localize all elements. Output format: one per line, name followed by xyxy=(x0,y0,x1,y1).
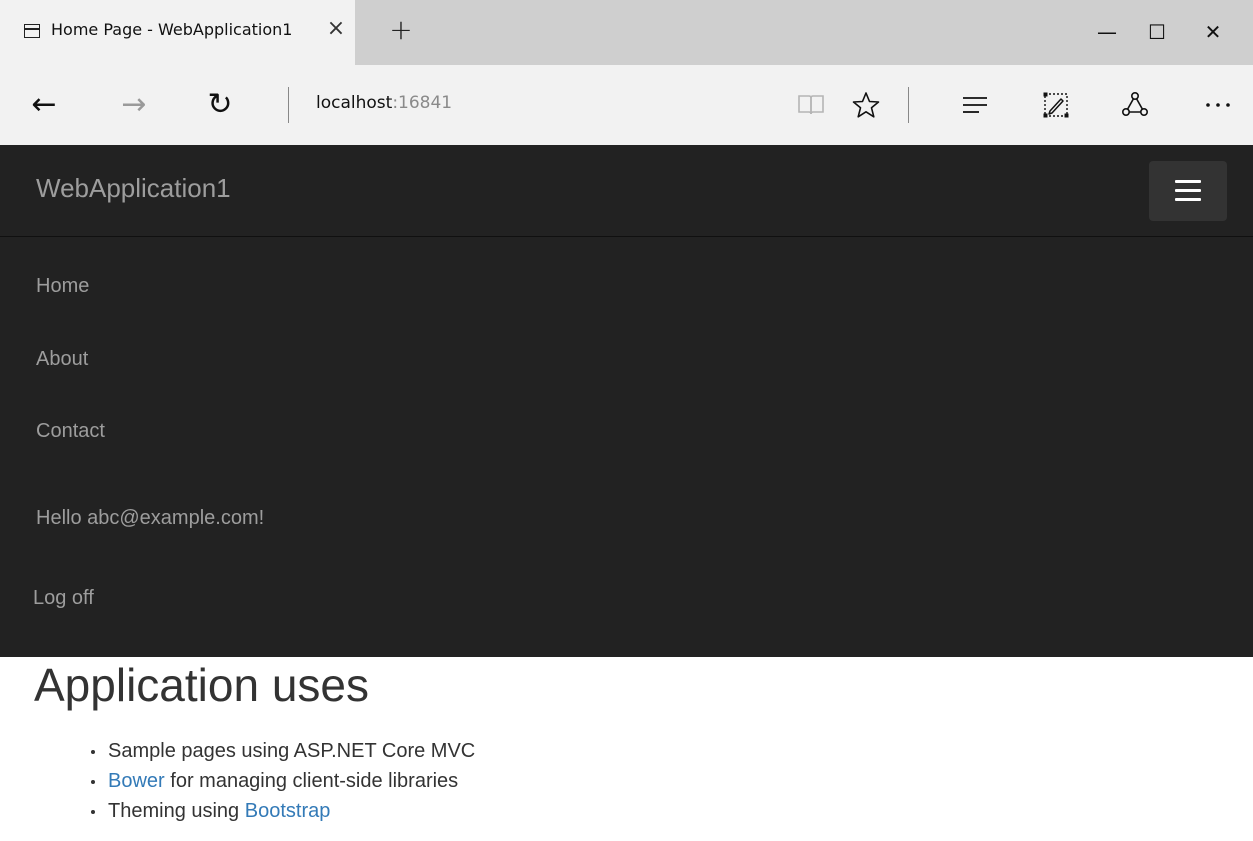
user-greeting-link[interactable]: Hello abc@example.com! xyxy=(36,507,264,530)
browser-window: Home Page - WebApplication1 × + — ☐ ✕ ← … xyxy=(0,0,1253,841)
hub-icon[interactable] xyxy=(953,83,997,127)
page-heading: Application uses xyxy=(34,659,369,711)
address-toolbar: ← → ↻ localhost:16841 xyxy=(0,65,1253,145)
web-note-icon[interactable] xyxy=(1034,83,1078,127)
bower-link[interactable]: Bower xyxy=(108,770,165,792)
url-port: :16841 xyxy=(392,93,453,113)
bootstrap-link[interactable]: Bootstrap xyxy=(245,800,331,822)
tab-strip: Home Page - WebApplication1 × + — ☐ ✕ xyxy=(0,0,1253,65)
navbar-toggle-button[interactable] xyxy=(1149,161,1227,221)
tab-home-page[interactable]: Home Page - WebApplication1 × xyxy=(0,0,355,65)
nav-link-contact[interactable]: Contact xyxy=(36,420,105,443)
hamburger-bar xyxy=(1175,189,1201,192)
item-text: for managing client-side libraries xyxy=(164,770,459,792)
list-item: Sample pages using ASP.NET Core MVC xyxy=(90,736,476,766)
list-item: Theming using Bootstrap xyxy=(90,796,475,826)
refresh-button[interactable]: ↻ xyxy=(198,83,242,127)
url-host: localhost xyxy=(316,93,393,113)
main-content: Application uses Sample pages using ASP.… xyxy=(0,657,1253,841)
address-input[interactable]: localhost:16841 xyxy=(316,93,452,113)
maximize-button[interactable]: ☐ xyxy=(1132,12,1182,52)
address-separator xyxy=(288,87,289,123)
tab-close-icon[interactable]: × xyxy=(324,14,348,44)
reading-view-icon[interactable] xyxy=(789,83,833,127)
hamburger-menu-icon xyxy=(1175,180,1201,183)
item-text: Sample pages using ASP.NET Core MVC xyxy=(108,740,476,762)
logoff-button[interactable]: Log off xyxy=(33,587,94,610)
feature-list: Sample pages using ASP.NET Core MVC Bowe… xyxy=(90,736,476,826)
favorite-star-icon[interactable] xyxy=(844,83,888,127)
tab-title: Home Page - WebApplication1 xyxy=(51,20,293,39)
nav-link-home[interactable]: Home xyxy=(36,275,89,298)
item-text: Theming using xyxy=(108,800,245,822)
hamburger-bar xyxy=(1175,198,1201,201)
more-icon[interactable] xyxy=(1196,83,1240,127)
back-button[interactable]: ← xyxy=(22,83,66,127)
navbar-header: WebApplication1 xyxy=(0,145,1253,237)
close-window-button[interactable]: ✕ xyxy=(1188,12,1238,52)
list-item: Bower for managing client-side libraries xyxy=(90,766,475,796)
share-icon[interactable] xyxy=(1113,83,1157,127)
minimize-button[interactable]: — xyxy=(1082,12,1132,52)
tab-page-icon xyxy=(24,24,40,38)
new-tab-button[interactable]: + xyxy=(386,12,416,48)
site-navbar: WebApplication1 Home About Contact Hello… xyxy=(0,145,1253,657)
nav-link-about[interactable]: About xyxy=(36,348,88,371)
forward-button[interactable]: → xyxy=(112,83,156,127)
brand-link[interactable]: WebApplication1 xyxy=(36,173,231,204)
toolbar-separator xyxy=(908,87,909,123)
